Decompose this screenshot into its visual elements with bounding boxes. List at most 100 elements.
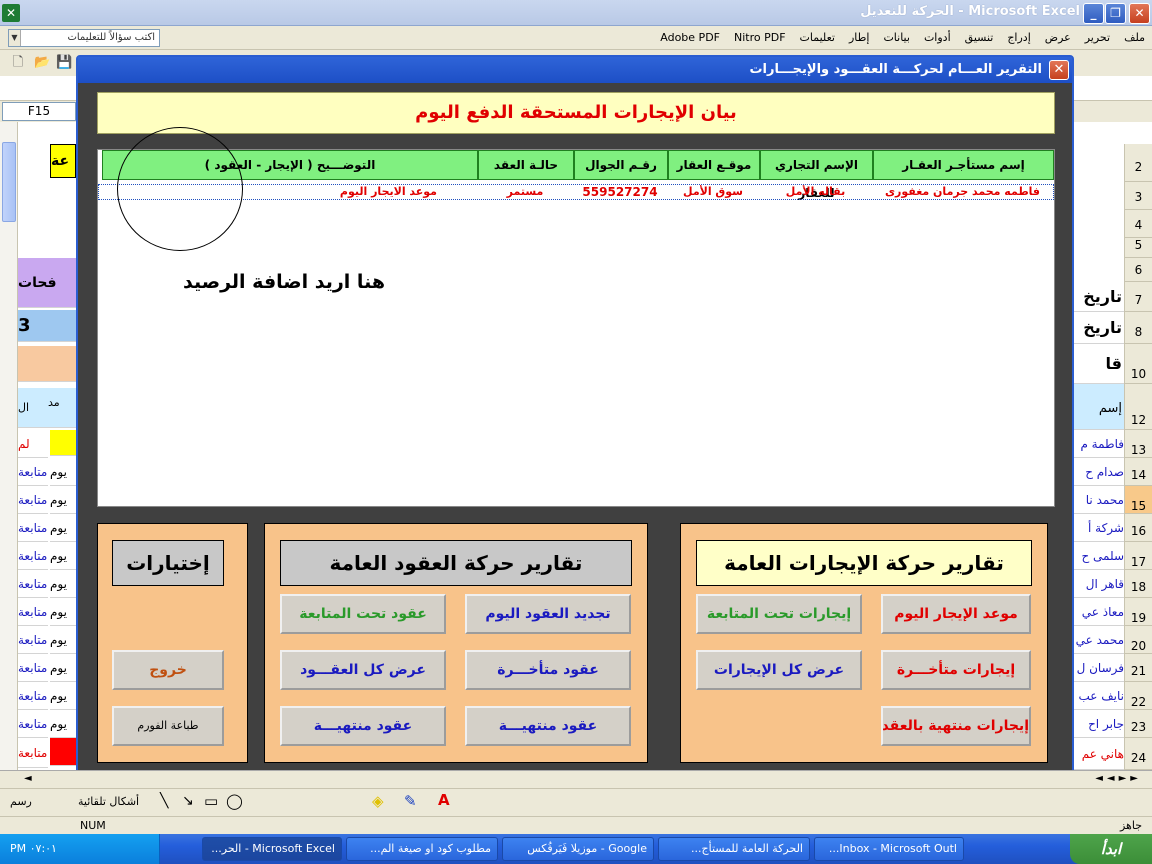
cell-tenant[interactable]: فرسان ل: [1074, 654, 1124, 682]
row-header[interactable]: 21: [1124, 654, 1152, 682]
leases-ended-with-contract-button[interactable]: إيجارات منتهية بالعقد: [881, 706, 1031, 746]
cell-status[interactable]: متابعة: [18, 654, 48, 682]
cell-unit[interactable]: يوم: [50, 570, 76, 598]
fill-color-icon[interactable]: ◈: [372, 792, 384, 810]
taskbar-folder[interactable]: الحركة العامة للمستأج...: [658, 837, 810, 861]
row-header[interactable]: 3: [1124, 182, 1152, 210]
menu-edit[interactable]: تحرير: [1078, 26, 1117, 50]
taskbar-forum-post[interactable]: مطلوب كود او صيغة الم...: [346, 837, 498, 861]
row-header[interactable]: 13: [1124, 430, 1152, 458]
menu-tools[interactable]: أدوات: [917, 26, 958, 50]
cell-tenant[interactable]: فاطمة م: [1074, 430, 1124, 458]
cell-unit[interactable]: يوم: [50, 542, 76, 570]
cell-status[interactable]: متابعة: [18, 710, 48, 738]
late-leases-button[interactable]: إيجارات متأخـــرة: [881, 650, 1031, 690]
scroll-left-icon[interactable]: ◄: [24, 773, 32, 784]
cell-blank[interactable]: [50, 738, 76, 766]
cell-header[interactable]: مد: [48, 388, 76, 428]
renew-contracts-today-button[interactable]: تجديد العقود اليوم: [465, 594, 631, 634]
row-header[interactable]: 17: [1124, 542, 1152, 570]
row-header[interactable]: 2: [1124, 144, 1152, 182]
oval-icon[interactable]: ◯: [226, 792, 243, 810]
cell-status[interactable]: متابعة: [18, 542, 48, 570]
menu-help[interactable]: تعليمات: [793, 26, 842, 50]
row-header-selected[interactable]: 15: [1124, 486, 1152, 514]
cell-date-label[interactable]: تاريخ: [1074, 282, 1124, 312]
draw-menu[interactable]: رسم: [10, 795, 32, 808]
cell-unit[interactable]: يوم: [50, 598, 76, 626]
cell-unit[interactable]: يوم: [50, 514, 76, 542]
ended-contracts-button-2[interactable]: عقود منتهيـــة: [280, 706, 446, 746]
row-header[interactable]: 18: [1124, 570, 1152, 598]
row-header[interactable]: 20: [1124, 626, 1152, 654]
cell-blank[interactable]: [18, 346, 76, 382]
cell-blank[interactable]: [48, 310, 76, 342]
row-header[interactable]: 10: [1124, 344, 1152, 384]
cell-tenant[interactable]: محمد نا: [1074, 486, 1124, 514]
exit-button[interactable]: خروج: [112, 650, 224, 690]
name-box[interactable]: F15: [2, 102, 76, 121]
cell-unit[interactable]: يوم: [50, 626, 76, 654]
cell-status[interactable]: متابعة: [18, 598, 48, 626]
cell-status[interactable]: متابعة: [18, 514, 48, 542]
late-contracts-button[interactable]: عقود متأخـــرة: [465, 650, 631, 690]
row-header[interactable]: 4: [1124, 210, 1152, 238]
cell-tenant[interactable]: محمد عي: [1074, 626, 1124, 654]
cell-unit[interactable]: يوم: [50, 654, 76, 682]
cell-tenant[interactable]: قاهر ال: [1074, 570, 1124, 598]
cell-label[interactable]: قا: [1074, 344, 1124, 384]
save-icon[interactable]: 💾: [56, 55, 72, 71]
cell-status[interactable]: متابعة: [18, 486, 48, 514]
cell-status[interactable]: متابعة: [18, 626, 48, 654]
cell-tenant[interactable]: هاني عم: [1074, 738, 1124, 770]
cell-header[interactable]: ال: [18, 388, 48, 428]
cell-pages-label[interactable]: فحات: [18, 258, 76, 308]
open-folder-icon[interactable]: 📂: [34, 55, 50, 71]
row-header[interactable]: 22: [1124, 682, 1152, 710]
taskbar-outlook[interactable]: Inbox - Microsoft Outl...: [814, 837, 964, 861]
rectangle-icon[interactable]: ▭: [204, 792, 218, 810]
cell-tenant[interactable]: معاذ عي: [1074, 598, 1124, 626]
all-leases-button[interactable]: عرض كل الإيجارات: [696, 650, 862, 690]
cell-blank[interactable]: [50, 430, 76, 456]
cell-unit[interactable]: يوم: [50, 486, 76, 514]
cell-tenant[interactable]: جابر اح: [1074, 710, 1124, 738]
menu-nitro-pdf[interactable]: Nitro PDF: [727, 26, 793, 50]
cell-unit[interactable]: يوم: [50, 710, 76, 738]
row-header[interactable]: 14: [1124, 458, 1152, 486]
lease-due-today-button[interactable]: موعد الإيجار اليوم: [881, 594, 1031, 634]
leases-followup-button[interactable]: إيجارات تحت المتابعة: [696, 594, 862, 634]
cell-count[interactable]: 3: [18, 310, 48, 342]
cell-header[interactable]: عة: [50, 144, 76, 178]
row-header[interactable]: 5: [1124, 238, 1152, 258]
ended-contracts-button[interactable]: عقود منتهيـــة: [465, 706, 631, 746]
cell-tenant[interactable]: صدام ح: [1074, 458, 1124, 486]
line-color-icon[interactable]: ✎: [404, 792, 417, 810]
row-header[interactable]: 23: [1124, 710, 1152, 738]
cell-tenant[interactable]: نايف عب: [1074, 682, 1124, 710]
row-header[interactable]: 19: [1124, 598, 1152, 626]
row-header[interactable]: 24: [1124, 738, 1152, 770]
taskbar-excel[interactable]: Microsoft Excel - الحر...: [202, 837, 342, 861]
all-contracts-button[interactable]: عرض كل العقـــود: [280, 650, 446, 690]
new-document-icon[interactable]: 🗋: [10, 55, 26, 71]
cell-name-header[interactable]: إسم: [1074, 384, 1124, 430]
menu-window[interactable]: إطار: [842, 26, 876, 50]
cell-status[interactable]: متابعة: [18, 682, 48, 710]
ask-question-box[interactable]: اكتب سؤالاً للتعليمات ▼: [8, 29, 160, 47]
cell-status[interactable]: متابعة: [18, 458, 48, 486]
cell-status[interactable]: متابعة: [18, 738, 48, 768]
vertical-scrollbar[interactable]: [0, 122, 18, 770]
row-header[interactable]: 8: [1124, 312, 1152, 344]
print-form-button[interactable]: طباعة الفورم: [112, 706, 224, 746]
window-close-button[interactable]: ✕: [1129, 3, 1150, 24]
arrow-icon[interactable]: ↘: [182, 793, 194, 809]
menu-insert[interactable]: إدراج: [1000, 26, 1037, 50]
cell-unit[interactable]: يوم: [50, 682, 76, 710]
menu-file[interactable]: ملف: [1117, 26, 1152, 50]
cell-tenant[interactable]: شركة أ: [1074, 514, 1124, 542]
contracts-followup-button[interactable]: عقود تحت المتابعة: [280, 594, 446, 634]
cell-tenant[interactable]: سلمى ح: [1074, 542, 1124, 570]
window-minimize-button[interactable]: _: [1083, 3, 1104, 24]
start-button[interactable]: ابدأ: [1070, 834, 1152, 864]
